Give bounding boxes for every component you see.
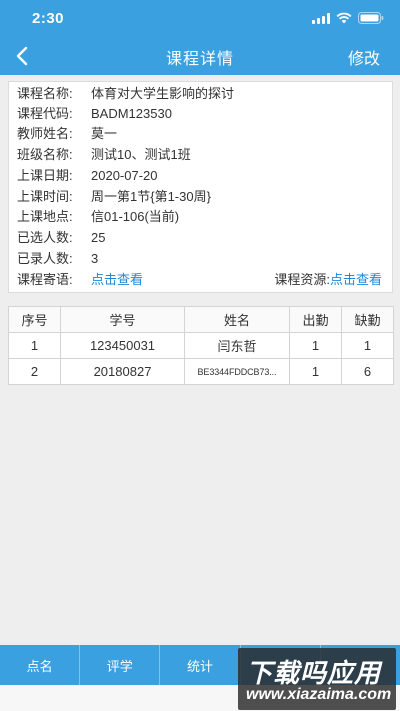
cell-absent: 6 xyxy=(341,358,394,385)
wifi-icon xyxy=(336,12,352,24)
info-row-selected-count: 已选人数: 25 xyxy=(17,228,105,248)
info-value: 2020-07-20 xyxy=(91,168,158,183)
watermark-logo: 下载吗应用 www.xiazaima.com xyxy=(238,648,396,710)
cell-absent: 1 xyxy=(341,332,394,359)
info-row-recorded-count: 已录人数: 3 xyxy=(17,249,98,269)
nav-bar: 课程详情 修改 xyxy=(0,38,400,75)
info-row-class: 班级名称: 测试10、测试1班 xyxy=(17,145,191,165)
info-value: 信01-106(当前) xyxy=(91,209,180,224)
info-value: 测试10、测试1班 xyxy=(91,147,191,162)
message-link[interactable]: 点击查看 xyxy=(91,270,143,290)
cell-name: BE3344FDDCB73... xyxy=(184,358,290,385)
col-header-index: 序号 xyxy=(8,306,61,333)
page-title: 课程详情 xyxy=(165,51,234,68)
info-label: 班级名称: xyxy=(17,147,73,162)
cell-index: 1 xyxy=(8,332,61,359)
info-label: 上课地点: xyxy=(17,209,73,224)
info-row-teacher: 教师姓名: 莫一 xyxy=(17,124,117,144)
status-time: 2:30 xyxy=(32,10,65,27)
info-label: 上课日期: xyxy=(17,168,73,183)
info-value: BADM123530 xyxy=(91,106,172,121)
table-row[interactable]: 1 123450031 闫东哲 1 1 xyxy=(8,332,394,359)
battery-icon xyxy=(358,12,384,24)
edit-button[interactable]: 修改 xyxy=(348,45,380,69)
col-header-student-id: 学号 xyxy=(60,306,185,333)
info-row-course-code: 课程代码: BADM123530 xyxy=(17,104,172,124)
header: 2:30 课程详情 修改 xyxy=(0,0,400,75)
signal-icon xyxy=(312,12,330,24)
cell-student-id: 20180827 xyxy=(60,358,185,385)
tab-statistics[interactable]: 统计 xyxy=(160,645,241,685)
info-value: 体育对大学生影响的探讨 xyxy=(91,86,235,101)
resource-row: 课程资源:点击查看 xyxy=(274,270,382,290)
col-header-absent: 缺勤 xyxy=(341,306,394,333)
resource-label: 课程资源: xyxy=(274,272,330,287)
table-header-row: 序号 学号 姓名 出勤 缺勤 xyxy=(8,306,394,333)
info-label: 课程代码: xyxy=(17,106,73,121)
info-label: 课程名称: xyxy=(17,86,73,101)
info-row-course-name: 课程名称: 体育对大学生影响的探讨 xyxy=(17,84,234,104)
info-row-time: 上课时间: 周一第1节{第1-30周} xyxy=(17,187,211,207)
info-label: 上课时间: xyxy=(17,189,73,204)
cell-index: 2 xyxy=(8,358,61,385)
status-icons xyxy=(312,11,384,25)
info-label: 教师姓名: xyxy=(17,126,73,141)
cell-present: 1 xyxy=(289,358,342,385)
watermark-url: www.xiazaima.com xyxy=(246,686,392,703)
status-bar: 2:30 xyxy=(0,0,400,38)
col-header-present: 出勤 xyxy=(289,306,342,333)
info-value: 25 xyxy=(91,230,106,245)
col-header-name: 姓名 xyxy=(184,306,290,333)
info-value: 周一第1节{第1-30周} xyxy=(91,189,211,204)
info-row-date: 上课日期: 2020-07-20 xyxy=(17,166,158,186)
cell-student-id: 123450031 xyxy=(60,332,185,359)
info-value: 莫一 xyxy=(91,126,118,141)
resource-link[interactable]: 点击查看 xyxy=(330,272,382,287)
tab-roll-call[interactable]: 点名 xyxy=(0,645,81,685)
table-row[interactable]: 2 20180827 BE3344FDDCB73... 1 6 xyxy=(8,358,394,385)
cell-present: 1 xyxy=(289,332,342,359)
info-label: 已选人数: xyxy=(17,230,73,245)
info-label: 已录人数: xyxy=(17,251,73,266)
info-row-location: 上课地点: 信01-106(当前) xyxy=(17,207,179,227)
cell-name: 闫东哲 xyxy=(184,332,290,359)
tab-evaluate[interactable]: 评学 xyxy=(80,645,161,685)
info-value: 3 xyxy=(91,251,99,266)
watermark-title: 下载吗应用 xyxy=(246,658,382,688)
message-label: 课程寄语: xyxy=(17,272,73,287)
attendance-table: 序号 学号 姓名 出勤 缺勤 1 123450031 闫东哲 1 1 2 201… xyxy=(8,306,394,385)
course-info-card: 课程名称: 体育对大学生影响的探讨 课程代码: BADM123530 教师姓名: 莫… xyxy=(8,81,393,293)
info-row-message: 课程寄语: 点击查看 xyxy=(17,270,143,290)
